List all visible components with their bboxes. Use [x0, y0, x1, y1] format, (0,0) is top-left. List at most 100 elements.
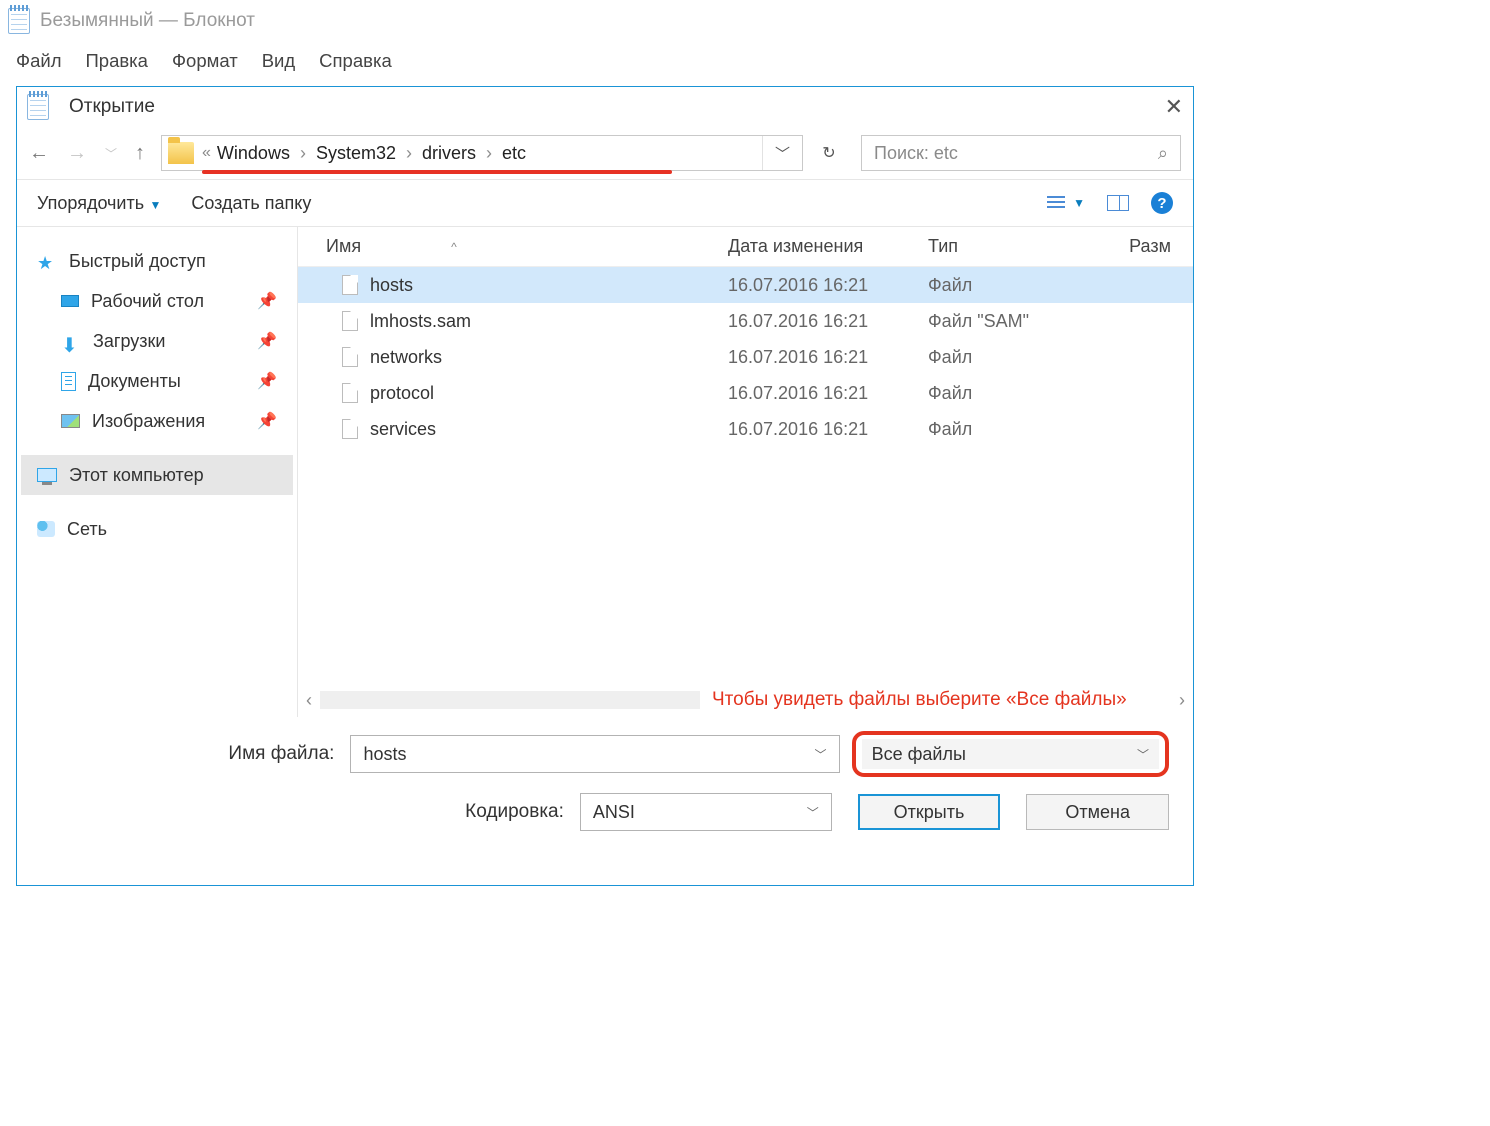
close-icon[interactable]: ✕: [1165, 96, 1183, 118]
sidebar-item-label: Загрузки: [93, 331, 165, 352]
chevron-right-icon: ›: [486, 143, 492, 164]
pin-icon: 📌: [257, 411, 277, 431]
file-name: services: [370, 419, 436, 440]
column-header-date[interactable]: Дата изменения: [728, 236, 928, 257]
file-row[interactable]: networks 16.07.2016 16:21Файл: [298, 339, 1193, 375]
sidebar-item-label: Изображения: [92, 411, 205, 432]
file-list-header: Имя^ Дата изменения Тип Разм: [298, 227, 1193, 267]
pictures-icon: [61, 414, 80, 428]
chevron-down-icon: ﹀: [815, 746, 827, 763]
breadcrumb-dropdown-icon[interactable]: ﹀: [762, 136, 802, 170]
desktop-icon: [61, 295, 79, 307]
file-type: Файл "SAM": [928, 311, 1098, 332]
file-row[interactable]: services 16.07.2016 16:21Файл: [298, 411, 1193, 447]
menu-edit[interactable]: Правка: [85, 50, 148, 72]
organize-button[interactable]: Упорядочить ▼: [37, 193, 161, 214]
menu-format[interactable]: Формат: [172, 50, 238, 72]
open-button[interactable]: Открыть: [858, 794, 1001, 830]
sidebar-item-desktop[interactable]: Рабочий стол 📌: [21, 281, 293, 321]
file-date: 16.07.2016 16:21: [728, 419, 928, 440]
file-row[interactable]: protocol16.07.2016 16:21Файл: [298, 375, 1193, 411]
file-type: Файл: [928, 347, 1098, 368]
menu-view[interactable]: Вид: [262, 50, 295, 72]
scrollbar-horizontal[interactable]: [320, 691, 700, 709]
file-icon: [342, 275, 358, 295]
sidebar-item-this-pc[interactable]: Этот компьютер: [21, 455, 293, 495]
list-view-icon: [1047, 196, 1065, 210]
file-type: Файл: [928, 383, 1098, 404]
chevron-down-icon: ﹀: [807, 804, 819, 821]
preview-pane-icon[interactable]: [1107, 195, 1129, 211]
breadcrumb-item-system32[interactable]: System32: [316, 143, 396, 164]
file-type: Файл: [928, 419, 1098, 440]
scroll-right-icon[interactable]: ›: [1179, 690, 1185, 711]
column-header-name[interactable]: Имя^: [298, 236, 728, 257]
search-icon: ⌕: [1158, 143, 1168, 164]
search-placeholder: Поиск: etc: [874, 143, 958, 164]
encoding-select[interactable]: ANSI ﹀: [580, 793, 832, 831]
scroll-left-icon[interactable]: ‹: [306, 690, 312, 711]
sort-asc-icon: ^: [451, 240, 457, 254]
nav-recent-dropdown-icon[interactable]: ﹀: [105, 145, 117, 162]
chevron-right-icon: ›: [300, 143, 306, 164]
column-header-type[interactable]: Тип: [928, 236, 1098, 257]
menu-file[interactable]: Файл: [16, 50, 61, 72]
cancel-button[interactable]: Отмена: [1026, 794, 1169, 830]
file-icon: [342, 347, 358, 367]
column-header-size[interactable]: Разм: [1098, 236, 1193, 257]
sidebar-item-network[interactable]: Сеть: [21, 509, 293, 549]
dialog-title: Открытие: [69, 96, 155, 118]
file-name: protocol: [370, 383, 434, 404]
document-icon: [61, 372, 76, 391]
file-icon: [342, 311, 358, 331]
encoding-value: ANSI: [593, 802, 635, 823]
sidebar-item-pictures[interactable]: Изображения 📌: [21, 401, 293, 441]
encoding-label: Кодировка:: [41, 801, 580, 823]
file-date: 16.07.2016 16:21: [728, 275, 928, 296]
filetype-select[interactable]: Все файлы ﹀: [862, 739, 1159, 769]
filename-value: hosts: [363, 744, 406, 765]
star-icon: ★: [37, 253, 57, 269]
sidebar-item-label: Документы: [88, 371, 181, 392]
sidebar-item-quick-access[interactable]: ★ Быстрый доступ: [21, 241, 293, 281]
sidebar-item-label: Быстрый доступ: [69, 251, 206, 272]
notepad-title-text: Безымянный — Блокнот: [40, 10, 255, 32]
new-folder-button[interactable]: Создать папку: [191, 193, 311, 214]
file-icon: [342, 383, 358, 403]
help-icon[interactable]: ?: [1151, 192, 1173, 214]
nav-up-icon[interactable]: ↑: [135, 142, 145, 165]
nav-back-icon[interactable]: ←: [29, 142, 49, 165]
sidebar-item-label: Рабочий стол: [91, 291, 204, 312]
sidebar-item-documents[interactable]: Документы 📌: [21, 361, 293, 401]
filename-label: Имя файла:: [41, 743, 350, 765]
breadcrumb[interactable]: « Windows› System32› drivers› etc ﹀: [161, 135, 803, 171]
search-input[interactable]: Поиск: etc ⌕: [861, 135, 1181, 171]
file-name: lmhosts.sam: [370, 311, 471, 332]
notepad-icon: [8, 8, 30, 34]
filetype-value: Все файлы: [872, 744, 966, 765]
pin-icon: 📌: [257, 371, 277, 391]
annotation-underline: [202, 170, 672, 174]
file-name: hosts: [370, 275, 413, 296]
breadcrumb-item-windows[interactable]: Windows: [217, 143, 290, 164]
pin-icon: 📌: [257, 331, 277, 351]
view-mode-button[interactable]: ▼: [1047, 196, 1085, 210]
folder-icon: [168, 142, 194, 164]
file-row[interactable]: lmhosts.sam16.07.2016 16:21Файл "SAM": [298, 303, 1193, 339]
annotation-highlight: Все файлы ﹀: [852, 731, 1169, 777]
breadcrumb-item-etc[interactable]: etc: [502, 143, 526, 164]
sidebar-item-downloads[interactable]: ⬇ Загрузки 📌: [21, 321, 293, 361]
chevron-down-icon: ▼: [1073, 196, 1085, 210]
breadcrumb-overflow[interactable]: «: [202, 144, 211, 162]
filename-input[interactable]: hosts ﹀: [350, 735, 839, 773]
sidebar-item-label: Этот компьютер: [69, 465, 204, 486]
file-date: 16.07.2016 16:21: [728, 347, 928, 368]
menu-help[interactable]: Справка: [319, 50, 392, 72]
refresh-icon[interactable]: ↻: [809, 135, 849, 171]
file-row[interactable]: hosts 16.07.2016 16:21Файл: [298, 267, 1193, 303]
breadcrumb-item-drivers[interactable]: drivers: [422, 143, 476, 164]
download-icon: ⬇: [61, 333, 81, 349]
file-name: networks: [370, 347, 442, 368]
file-type: Файл: [928, 275, 1098, 296]
open-dialog: Открытие ✕ ← → ﹀ ↑ « Windows› System32› …: [16, 86, 1194, 886]
